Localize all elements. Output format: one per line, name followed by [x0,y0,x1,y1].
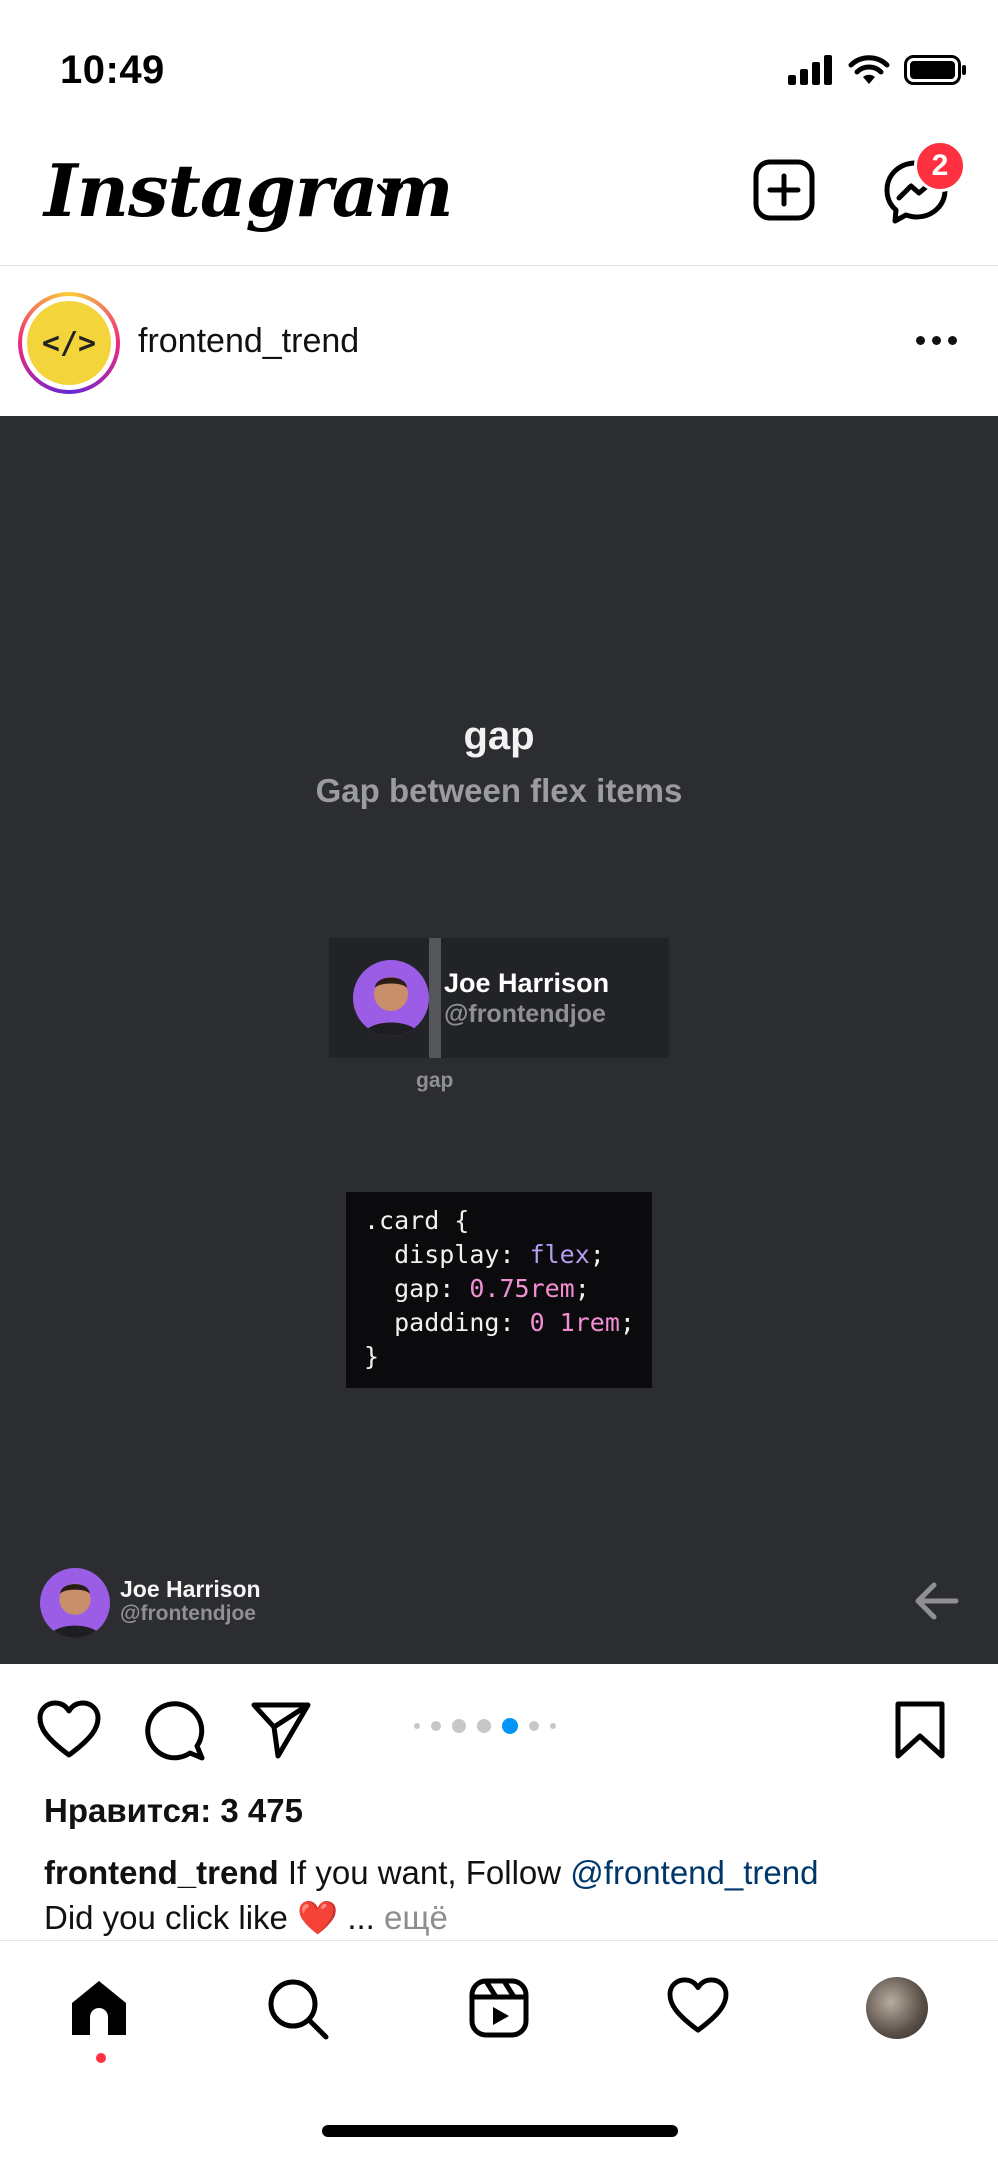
carousel-dot-active [502,1718,518,1734]
code-prop: gap: [364,1274,470,1303]
likes-count[interactable]: Нравится: 3 475 [44,1792,303,1830]
carousel-dot [550,1723,556,1729]
wifi-icon [848,55,890,84]
more-dot [916,336,925,345]
caption-text-line2: Did you click like [44,1899,298,1936]
story-ring[interactable]: </> [18,292,120,394]
caption-ellipsis: ... [338,1899,385,1936]
more-dot [932,336,941,345]
caption-more-link[interactable]: ещё [384,1899,448,1936]
add-post-icon[interactable] [752,158,816,222]
post-caption: frontend_trend If you want, Follow @fron… [44,1850,974,1940]
code-semicolon: ; [619,1308,635,1337]
carousel-dot [529,1721,539,1731]
carousel-indicator [414,1718,556,1734]
more-options-icon[interactable] [916,336,957,345]
messenger-badge: 2 [914,140,966,192]
post-header: </> frontend_trend [0,266,998,416]
status-icons [788,54,968,86]
person-avatar-icon [363,977,419,1036]
person-avatar-icon [49,1583,101,1638]
code-line: .card { [364,1206,470,1235]
demo-avatar [353,960,429,1036]
carousel-dot [452,1719,466,1733]
activity-heart-icon[interactable] [666,1977,730,2035]
status-time: 10:49 [60,48,165,92]
post-username[interactable]: frontend_trend [138,322,359,361]
caption-username[interactable]: frontend_trend [44,1854,279,1891]
carousel-dot [477,1719,491,1733]
account-avatar: </> [27,301,111,385]
chevron-down-icon[interactable] [375,182,405,202]
reels-icon[interactable] [468,1977,530,2039]
author-name: Joe Harrison [120,1576,261,1602]
gap-label: gap [416,1069,454,1092]
code-value: flex [529,1240,590,1269]
code-line: } [364,1342,380,1371]
carousel-dot [414,1723,420,1729]
demo-card-handle: @frontendjoe [444,1000,606,1028]
more-dot [948,336,957,345]
demo-card-name: Joe Harrison [444,968,610,998]
author-avatar [40,1568,110,1638]
home-icon[interactable] [68,1977,130,2039]
post-media[interactable]: gap Gap between flex items Joe Harrison … [0,416,998,1664]
code-value: 0.75rem [469,1274,575,1303]
arrow-left-icon [915,1582,959,1620]
profile-avatar[interactable] [866,1977,928,2039]
slide-title: gap [463,714,535,758]
app-header: Instagram 2 [0,120,998,266]
home-indicator [322,2125,678,2137]
battery-icon [904,55,966,85]
share-icon[interactable] [250,1700,312,1760]
caption-text: If you want, Follow [278,1854,571,1891]
code-semicolon: ; [589,1240,605,1269]
bookmark-icon[interactable] [894,1700,946,1760]
gap-visual [429,938,441,1058]
home-active-dot [96,2053,106,2063]
code-block: .card { display: flex; gap: 0.75rem; pad… [346,1192,652,1388]
demo-profile-card: Joe Harrison @frontendjoe [329,938,669,1058]
caption-mention[interactable]: @frontend_trend [570,1854,818,1891]
carousel-dot [431,1721,441,1731]
status-bar: 10:49 [0,0,998,120]
story-ring-inner: </> [22,296,116,390]
author-handle: @frontendjoe [120,1602,256,1625]
heart-emoji: ❤️ [297,1899,339,1936]
code-value: 0 1rem [529,1308,620,1337]
signal-icon [788,55,832,85]
code-semicolon: ; [574,1274,590,1303]
slide-subtitle: Gap between flex items [315,772,683,809]
search-icon[interactable] [266,1977,330,2041]
code-prop: display: [364,1240,530,1269]
code-prop: padding: [364,1308,530,1337]
comment-icon[interactable] [144,1700,206,1762]
heart-icon[interactable] [36,1700,102,1760]
